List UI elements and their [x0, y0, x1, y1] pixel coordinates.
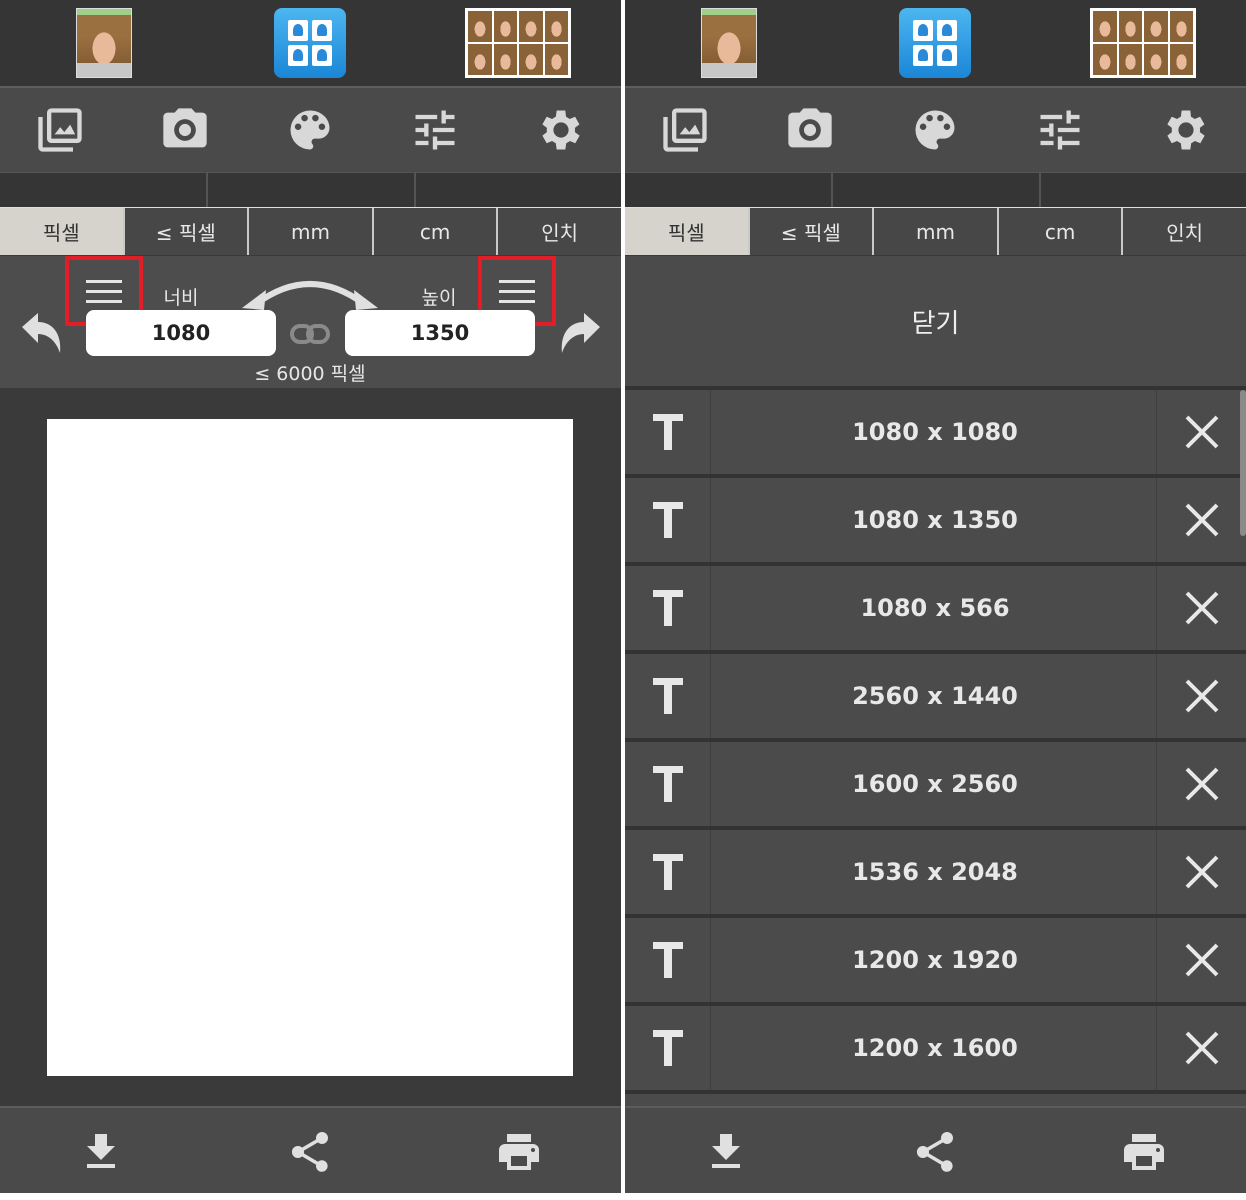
size-editor: 너비 높이 ≤ 6000 픽셀 [0, 256, 621, 388]
delete-icon[interactable] [1156, 654, 1246, 738]
preset-row: 1200 x 1600 [625, 1006, 1246, 1090]
delete-icon[interactable] [1156, 478, 1246, 562]
text-icon[interactable] [625, 390, 711, 474]
preset-size[interactable]: 1200 x 1600 [713, 1006, 1157, 1090]
tab-mm[interactable]: mm [247, 208, 372, 255]
delete-icon[interactable] [1156, 742, 1246, 826]
height-input[interactable] [345, 310, 535, 356]
preset-size[interactable]: 1080 x 566 [713, 566, 1157, 650]
gear-icon[interactable] [1158, 102, 1214, 158]
close-presets-button[interactable]: 닫기 [625, 256, 1246, 388]
undo-icon[interactable] [18, 311, 66, 355]
toolbar [0, 86, 621, 172]
text-icon[interactable] [625, 566, 711, 650]
print-icon[interactable] [1120, 1128, 1168, 1176]
toolbar [625, 86, 1246, 172]
tab-inch[interactable]: 인치 [1121, 208, 1246, 255]
tab-cm[interactable]: cm [996, 208, 1122, 255]
text-icon[interactable] [625, 654, 711, 738]
preset-size[interactable]: 1080 x 1350 [713, 478, 1157, 562]
info-strip [625, 172, 1246, 208]
palette-icon[interactable] [907, 102, 963, 158]
bottom-bar [625, 1106, 1246, 1193]
face-photo-thumbnail[interactable] [76, 8, 132, 78]
text-icon[interactable] [625, 830, 711, 914]
photo-sheet-thumbnail[interactable] [1090, 8, 1196, 78]
print-icon[interactable] [495, 1128, 543, 1176]
preset-list: 1080 x 1080 1080 x 1350 1080 x 566 2560 … [625, 388, 1246, 1106]
screen-left: 픽셀 ≤ 픽셀 mm cm 인치 너비 높이 ≤ 6000 픽셀 [0, 0, 621, 1193]
tab-inch[interactable]: 인치 [496, 208, 621, 255]
canvas-area [0, 388, 621, 1106]
redo-icon[interactable] [556, 311, 604, 355]
photo-sheet-thumbnail[interactable] [465, 8, 571, 78]
preset-size[interactable]: 1080 x 1080 [713, 390, 1157, 474]
download-icon[interactable] [77, 1128, 125, 1176]
face-photo-thumbnail[interactable] [701, 8, 757, 78]
tab-pixel[interactable]: 픽셀 [0, 208, 123, 255]
download-icon[interactable] [702, 1128, 750, 1176]
text-icon[interactable] [625, 1006, 711, 1090]
swap-dimensions-icon[interactable] [240, 270, 380, 310]
share-icon[interactable] [911, 1128, 959, 1176]
preset-row: 1536 x 2048 [625, 830, 1246, 914]
delete-icon[interactable] [1156, 918, 1246, 1002]
height-label: 높이 [421, 287, 457, 309]
text-icon[interactable] [625, 918, 711, 1002]
preset-row-partial [625, 1094, 1246, 1106]
gear-icon[interactable] [533, 102, 589, 158]
width-input[interactable] [86, 310, 276, 356]
info-strip [0, 172, 621, 208]
camera-icon[interactable] [782, 102, 838, 158]
top-bar [0, 0, 621, 86]
tab-pixel[interactable]: 픽셀 [625, 208, 748, 255]
link-aspect-icon[interactable] [290, 320, 330, 348]
image-canvas[interactable] [47, 419, 573, 1076]
width-label: 너비 [163, 287, 199, 309]
tab-cm[interactable]: cm [371, 208, 497, 255]
preset-size[interactable]: 1200 x 1920 [713, 918, 1157, 1002]
screen-right: 픽셀 ≤ 픽셀 mm cm 인치 닫기 1080 x 1080 1080 x 1… [625, 0, 1246, 1193]
tab-max-pixel[interactable]: ≤ 픽셀 [122, 208, 248, 255]
tab-mm[interactable]: mm [872, 208, 997, 255]
passport-app-icon[interactable] [899, 8, 971, 78]
preset-row: 1080 x 566 [625, 566, 1246, 650]
text-icon[interactable] [625, 742, 711, 826]
tab-max-pixel[interactable]: ≤ 픽셀 [747, 208, 873, 255]
delete-icon[interactable] [1156, 390, 1246, 474]
size-limit-text: ≤ 6000 픽셀 [254, 363, 366, 385]
unit-tabs: 픽셀 ≤ 픽셀 mm cm 인치 [625, 207, 1246, 255]
sliders-icon[interactable] [1032, 102, 1088, 158]
unit-tabs: 픽셀 ≤ 픽셀 mm cm 인치 [0, 207, 621, 255]
delete-icon[interactable] [1156, 566, 1246, 650]
camera-icon[interactable] [157, 102, 213, 158]
preset-row: 1080 x 1350 [625, 478, 1246, 562]
preset-size[interactable]: 2560 x 1440 [713, 654, 1157, 738]
delete-icon[interactable] [1156, 1006, 1246, 1090]
preset-size[interactable]: 1600 x 2560 [713, 742, 1157, 826]
bottom-bar [0, 1106, 621, 1193]
preset-row: 1200 x 1920 [625, 918, 1246, 1002]
gallery-icon[interactable] [32, 102, 88, 158]
delete-icon[interactable] [1156, 830, 1246, 914]
sliders-icon[interactable] [407, 102, 463, 158]
preset-size[interactable]: 1536 x 2048 [713, 830, 1157, 914]
preset-row: 1600 x 2560 [625, 742, 1246, 826]
list-scrollbar[interactable] [1240, 390, 1246, 536]
palette-icon[interactable] [282, 102, 338, 158]
top-bar [625, 0, 1246, 86]
share-icon[interactable] [286, 1128, 334, 1176]
text-icon[interactable] [625, 478, 711, 562]
gallery-icon[interactable] [657, 102, 713, 158]
passport-app-icon[interactable] [274, 8, 346, 78]
preset-row: 2560 x 1440 [625, 654, 1246, 738]
preset-row: 1080 x 1080 [625, 390, 1246, 474]
